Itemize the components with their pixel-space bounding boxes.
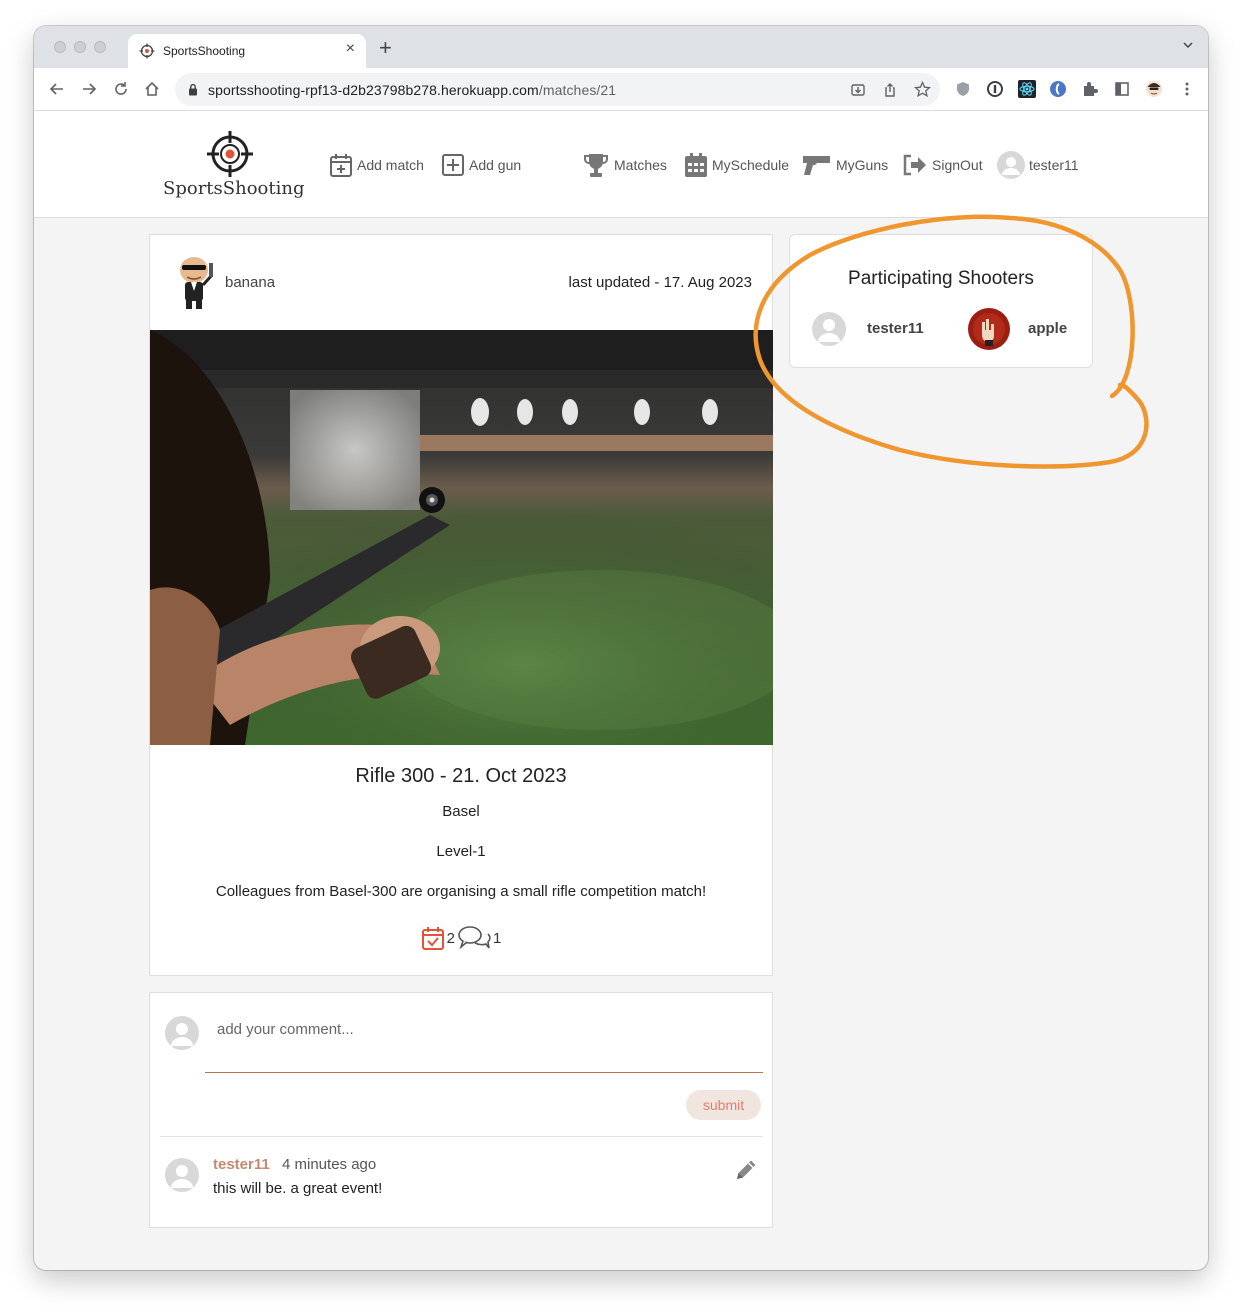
match-image bbox=[150, 330, 773, 745]
logo-text[interactable]: SportsShooting bbox=[163, 178, 304, 199]
puzzle-extensions-icon[interactable] bbox=[1081, 80, 1099, 98]
crosshair-logo-icon[interactable] bbox=[205, 129, 255, 179]
bookmark-star-icon[interactable] bbox=[914, 81, 931, 98]
comments-divider bbox=[160, 1136, 763, 1137]
edit-pencil-icon[interactable] bbox=[732, 1156, 760, 1184]
user-avatar-icon bbox=[171, 1165, 193, 1188]
shooter-avatar[interactable] bbox=[812, 312, 846, 346]
url-path: /matches/21 bbox=[538, 82, 617, 98]
nav-matches-label: Matches bbox=[614, 157, 667, 173]
close-window-button[interactable] bbox=[54, 41, 66, 53]
shield-extension-icon[interactable] bbox=[954, 80, 972, 98]
participating-shooters-card: Participating Shooters tester11 apple bbox=[789, 234, 1093, 368]
current-user-avatar bbox=[165, 1016, 199, 1050]
profile-avatar-icon[interactable] bbox=[1145, 80, 1163, 98]
forward-arrow-icon[interactable] bbox=[80, 80, 98, 98]
browser-window: SportsShooting × + sportsshooting-rpf13-… bbox=[34, 26, 1208, 1270]
trophy-icon bbox=[583, 154, 609, 177]
comments-card: submit tester11 4 minutes ago this will … bbox=[149, 992, 773, 1228]
calendar-check-icon[interactable] bbox=[421, 925, 445, 951]
user-avatar-icon bbox=[997, 151, 1025, 179]
tab-title: SportsShooting bbox=[163, 44, 246, 58]
comment-author-avatar[interactable] bbox=[165, 1158, 199, 1192]
nav-add-gun[interactable]: Add gun bbox=[441, 151, 521, 179]
share-icon[interactable] bbox=[882, 82, 898, 98]
url-domain: sportsshooting-rpf13-d2b23798b278.heroku… bbox=[208, 82, 539, 98]
nav-add-match-label: Add match bbox=[357, 157, 424, 173]
comment-text: this will be. a great event! bbox=[213, 1180, 383, 1197]
minimize-window-button[interactable] bbox=[74, 41, 86, 53]
pistol-icon bbox=[803, 156, 830, 175]
match-level: Level-1 bbox=[436, 843, 486, 860]
comment-author[interactable]: tester11 bbox=[213, 1156, 270, 1173]
comments-icon[interactable] bbox=[457, 925, 491, 951]
shooter-name[interactable]: tester11 bbox=[867, 320, 924, 337]
shooter-avatar[interactable] bbox=[968, 308, 1010, 350]
tab-bar: SportsShooting × + bbox=[34, 26, 1208, 68]
post-author[interactable]: banana bbox=[225, 274, 275, 291]
user-avatar-icon bbox=[171, 1023, 193, 1046]
site-header: SportsShooting Add match Add gun Matches… bbox=[34, 111, 1208, 218]
zoom-window-button[interactable] bbox=[94, 41, 106, 53]
nav-add-match[interactable]: Add match bbox=[329, 151, 424, 179]
install-app-icon[interactable] bbox=[850, 82, 866, 98]
match-description: Colleagues from Basel-300 are organising… bbox=[215, 883, 707, 900]
close-tab-icon[interactable]: × bbox=[346, 40, 355, 58]
nav-profile[interactable]: tester11 bbox=[997, 151, 1079, 179]
chevron-down-icon[interactable] bbox=[1182, 39, 1194, 51]
author-avatar[interactable] bbox=[174, 253, 220, 311]
post-updated-date: last updated - 17. Aug 2023 bbox=[568, 274, 752, 291]
browser-tab[interactable]: SportsShooting × bbox=[128, 34, 366, 68]
comment-count: 1 bbox=[493, 929, 502, 947]
url-text[interactable]: sportsshooting-rpf13-d2b23798b278.heroku… bbox=[208, 82, 616, 98]
nav-add-gun-label: Add gun bbox=[469, 157, 522, 173]
comment-time: 4 minutes ago bbox=[282, 1156, 377, 1173]
nav-my-guns-label: MyGuns bbox=[836, 157, 889, 173]
browser-toolbar: sportsshooting-rpf13-d2b23798b278.heroku… bbox=[34, 68, 1208, 111]
attendee-count: 2 bbox=[446, 929, 455, 947]
participating-shooters-title: Participating Shooters bbox=[848, 268, 1034, 289]
nav-sign-out-label: SignOut bbox=[932, 157, 983, 173]
shooter-name[interactable]: apple bbox=[1028, 320, 1067, 337]
address-bar[interactable]: sportsshooting-rpf13-d2b23798b278.heroku… bbox=[175, 73, 940, 106]
password-extension-icon[interactable] bbox=[986, 80, 1004, 98]
nav-my-schedule[interactable]: MySchedule bbox=[684, 151, 789, 179]
submit-comment-button[interactable]: submit bbox=[686, 1090, 761, 1120]
calendar-icon bbox=[685, 153, 707, 177]
new-tab-button[interactable]: + bbox=[379, 35, 392, 61]
reload-icon[interactable] bbox=[112, 80, 130, 98]
user-avatar-icon bbox=[818, 319, 840, 342]
nav-sign-out[interactable]: SignOut bbox=[902, 151, 983, 179]
calendar-plus-icon bbox=[330, 154, 352, 177]
browser-menu-icon[interactable] bbox=[1178, 80, 1196, 98]
rifle-shooter-photo bbox=[150, 330, 773, 745]
back-arrow-icon[interactable] bbox=[48, 80, 66, 98]
favicon-icon bbox=[139, 43, 155, 59]
match-post-card: banana last updated - 17. Aug 2023 Rifle… bbox=[149, 234, 773, 976]
match-title: Rifle 300 - 21. Oct 2023 bbox=[355, 765, 567, 787]
nav-my-guns[interactable]: MyGuns bbox=[802, 151, 888, 179]
plus-square-icon bbox=[442, 154, 464, 176]
match-stats: 2 1 bbox=[150, 925, 772, 951]
nav-my-schedule-label: MySchedule bbox=[712, 157, 790, 173]
home-icon[interactable] bbox=[143, 80, 161, 98]
match-location: Basel bbox=[442, 803, 480, 820]
blue-extension-icon[interactable] bbox=[1049, 80, 1067, 98]
sign-out-icon bbox=[903, 154, 926, 176]
lock-icon[interactable] bbox=[188, 83, 198, 96]
react-devtools-icon[interactable] bbox=[1018, 80, 1036, 98]
comment-input[interactable] bbox=[205, 1005, 763, 1073]
side-panel-icon[interactable] bbox=[1113, 80, 1131, 98]
nav-matches[interactable]: Matches bbox=[582, 151, 667, 179]
nav-profile-label: tester11 bbox=[1029, 157, 1079, 173]
